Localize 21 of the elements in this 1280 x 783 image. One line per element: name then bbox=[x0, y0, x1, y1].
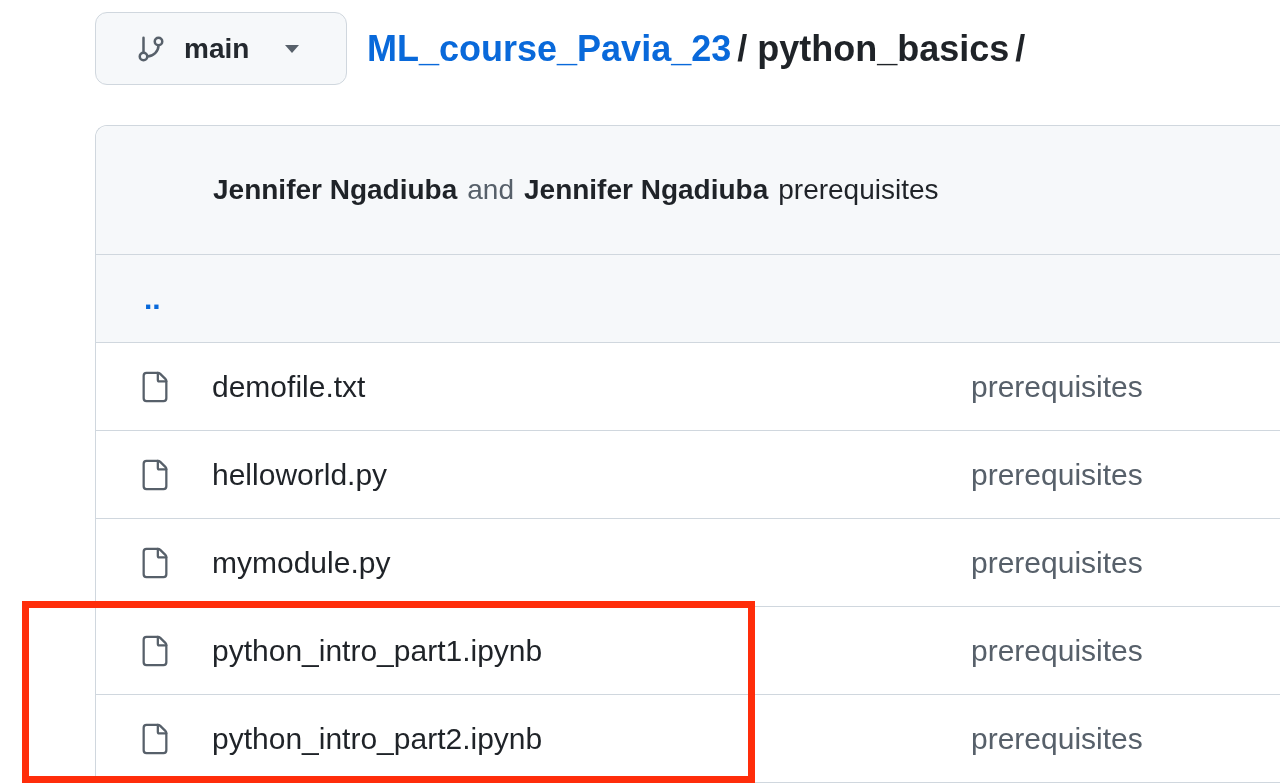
path-separator: / bbox=[1015, 27, 1026, 69]
commit-message[interactable]: prerequisites bbox=[971, 545, 1143, 580]
commit-message[interactable]: prerequisites bbox=[971, 721, 1143, 756]
conjunction-text: and bbox=[467, 174, 514, 206]
commit-message[interactable]: prerequisites bbox=[971, 633, 1143, 668]
file-name[interactable]: helloworld.py bbox=[212, 457, 971, 492]
file-name[interactable]: python_intro_part2.ipynb bbox=[212, 721, 971, 756]
author-name: Jennifer Ngadiuba bbox=[524, 174, 769, 206]
commit-message[interactable]: prerequisites bbox=[971, 369, 1143, 404]
file-name[interactable]: demofile.txt bbox=[212, 369, 971, 404]
repo-link[interactable]: ML_course_Pavia_23 bbox=[367, 27, 732, 69]
caret-icon bbox=[285, 44, 300, 53]
folder-name: python_basics bbox=[757, 27, 1010, 69]
author-name: Jennifer Ngadiuba bbox=[213, 174, 458, 206]
path-separator: / bbox=[737, 27, 748, 69]
file-name[interactable]: mymodule.py bbox=[212, 545, 971, 580]
file-name[interactable]: python_intro_part1.ipynb bbox=[212, 633, 971, 668]
commit-message[interactable]: prerequisites bbox=[971, 457, 1143, 492]
commit-message: prerequisites bbox=[778, 174, 939, 206]
parent-directory-link[interactable]: .. bbox=[144, 281, 161, 316]
branch-selector[interactable]: main bbox=[95, 12, 347, 85]
